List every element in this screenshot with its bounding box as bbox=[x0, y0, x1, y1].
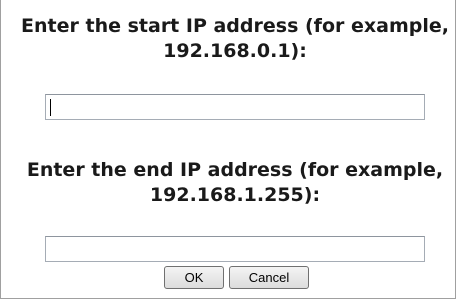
ip-range-dialog: Enter the start IP address (for example,… bbox=[0, 0, 456, 299]
start-ip-prompt: Enter the start IP address (for example,… bbox=[21, 15, 449, 62]
start-ip-input[interactable] bbox=[45, 94, 425, 120]
ok-button[interactable]: OK bbox=[164, 266, 224, 289]
end-ip-prompt: Enter the end IP address (for example, 1… bbox=[26, 159, 444, 206]
end-ip-input[interactable] bbox=[45, 236, 425, 262]
cancel-button[interactable]: Cancel bbox=[229, 266, 309, 289]
text-caret bbox=[50, 99, 51, 116]
